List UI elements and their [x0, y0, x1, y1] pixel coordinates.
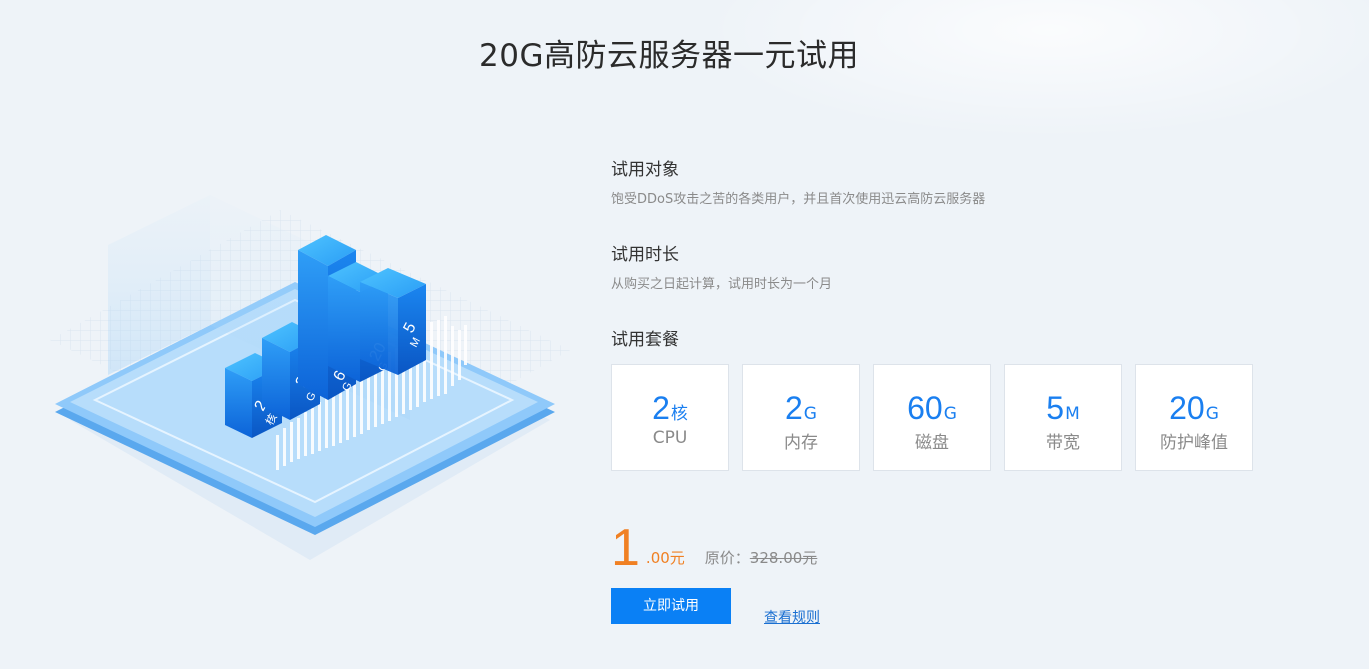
spec-memory-unit: G: [803, 404, 817, 424]
spec-cpu-label: CPU: [652, 428, 688, 448]
spec-card-protection: 20G 防护峰值: [1135, 364, 1253, 471]
spec-cpu-unit: 核: [670, 404, 688, 424]
cube-bandwidth-5: 5 M: [360, 268, 426, 375]
spec-memory-value: 2: [785, 390, 803, 426]
spec-disk-value: 60: [907, 390, 943, 426]
spec-cards: 2核 CPU 2G 内存 60G 磁盘 5M 带宽 20G 防护峰值: [611, 364, 1271, 471]
price-decimal: .00元: [645, 549, 685, 567]
trial-duration-heading: 试用时长: [611, 245, 679, 265]
trial-package-heading: 试用套餐: [611, 330, 679, 350]
trial-duration-desc: 从购买之日起计算，试用时长为一个月: [611, 277, 833, 292]
spec-bandwidth-unit: M: [1065, 404, 1080, 424]
trial-target-desc: 饱受DDoS攻击之苦的各类用户，并且首次使用迅云高防云服务器: [611, 192, 986, 207]
original-price-value: 328.00元: [749, 549, 818, 567]
view-rules-link[interactable]: 查看规则: [764, 607, 820, 627]
page-title: 20G高防云服务器一元试用: [479, 38, 859, 74]
spec-card-disk: 60G 磁盘: [873, 364, 991, 471]
price-row: 1 .00元 原价： 328.00元: [611, 518, 817, 574]
spec-bandwidth-value: 5: [1046, 390, 1065, 426]
spec-protection-unit: G: [1205, 404, 1219, 424]
spec-protection-label: 防护峰值: [1160, 433, 1228, 453]
spec-disk-label: 磁盘: [915, 433, 949, 453]
spec-bandwidth-label: 带宽: [1046, 433, 1080, 453]
spec-memory-label: 内存: [784, 433, 818, 453]
spec-disk-unit: G: [943, 404, 957, 424]
spec-protection-value: 20: [1169, 390, 1205, 426]
server-illustration: 2 核 2 G 60 G 20 G 5 M: [50, 195, 570, 560]
trial-target-heading: 试用对象: [611, 160, 679, 180]
price-integer: 1: [611, 519, 640, 577]
original-price-label: 原价：: [704, 549, 750, 567]
spec-card-memory: 2G 内存: [742, 364, 860, 471]
spec-cpu-value: 2: [652, 390, 670, 426]
spec-card-bandwidth: 5M 带宽: [1004, 364, 1122, 471]
spec-card-cpu: 2核 CPU: [611, 364, 729, 471]
try-now-button[interactable]: 立即试用: [611, 588, 731, 624]
trial-info: 试用对象 饱受DDoS攻击之苦的各类用户，并且首次使用迅云高防云服务器 试用时长…: [611, 156, 1271, 471]
